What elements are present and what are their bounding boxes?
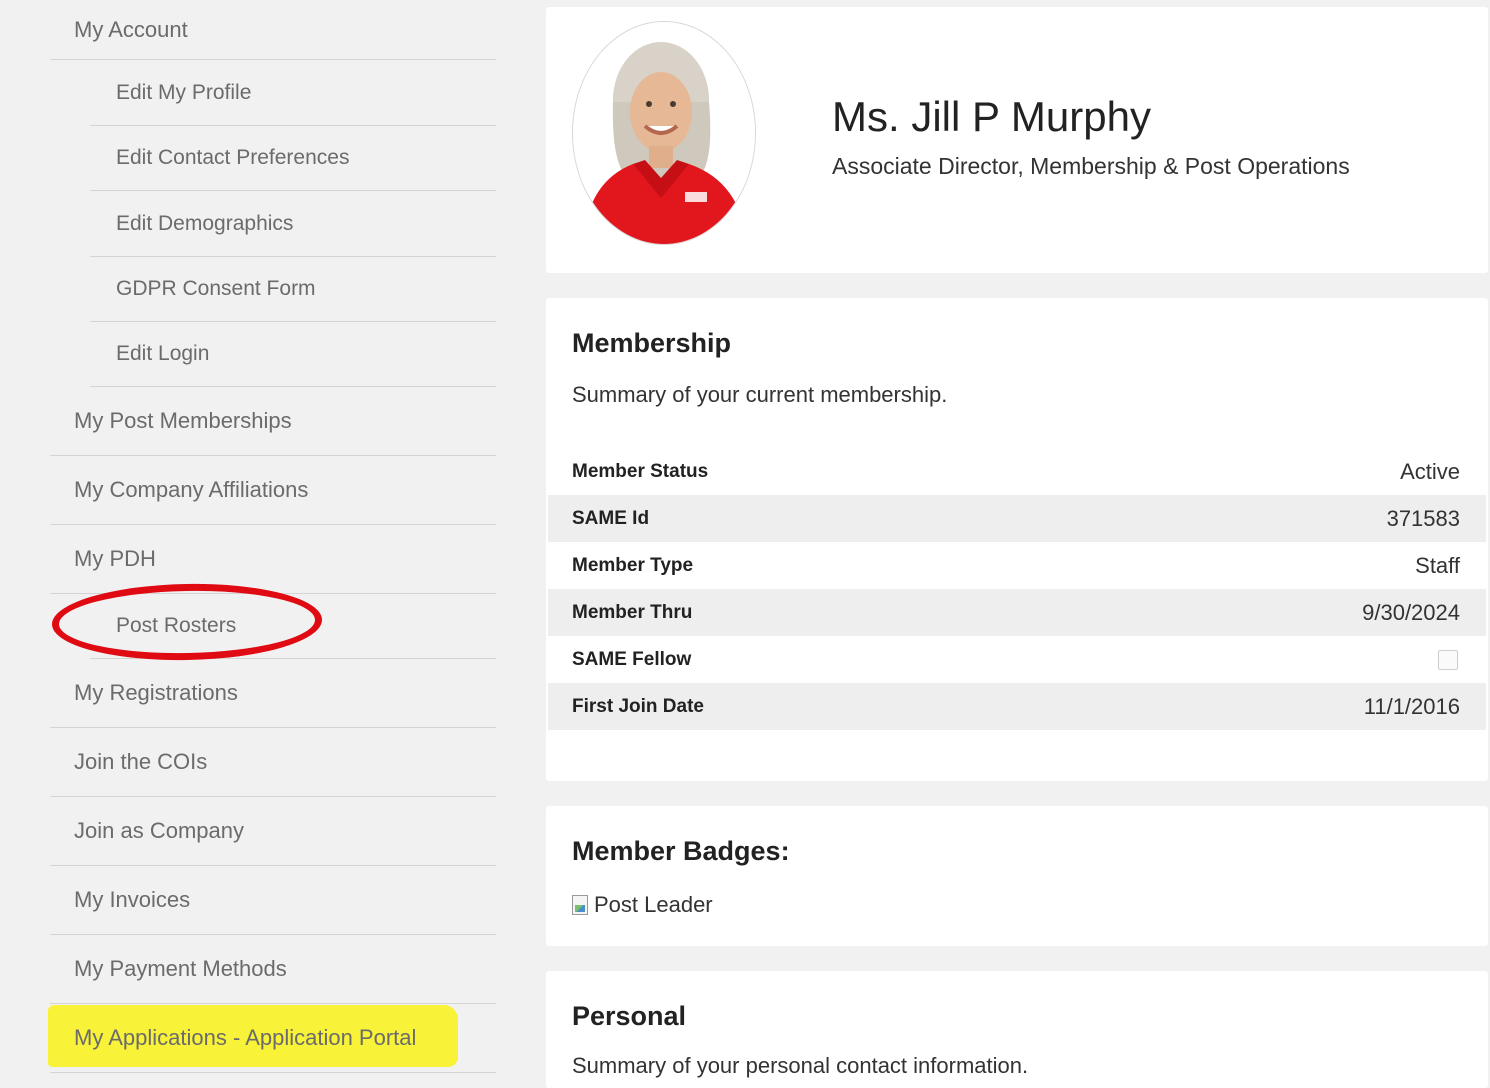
nav-edit-demographics[interactable]: Edit Demographics — [90, 191, 496, 257]
membership-title: Membership — [572, 328, 732, 358]
nav-my-invoices[interactable]: My Invoices — [50, 866, 496, 935]
nav-label: Join as Company — [74, 818, 244, 843]
badge-alt-text: Post Leader — [594, 892, 713, 917]
nav-my-registrations[interactable]: My Registrations — [50, 659, 496, 728]
nav-join-as-company[interactable]: Join as Company — [50, 797, 496, 866]
nav-label: Join the COIs — [74, 749, 208, 774]
avatar — [572, 21, 756, 245]
personal-description: Summary of your personal contact informa… — [572, 1053, 1029, 1078]
nav-label: My Invoices — [74, 887, 191, 912]
nav-label: My PDH — [74, 546, 156, 571]
nav-label: My Payment Methods — [74, 956, 287, 981]
nav-my-company-affiliations[interactable]: My Company Affiliations — [50, 456, 496, 525]
nav-label: My Registrations — [74, 680, 238, 705]
row-label: Member Thru — [572, 601, 693, 623]
nav-my-post-memberships[interactable]: My Post Memberships — [50, 387, 496, 456]
member-thru-row: Member Thru 9/30/2024 — [548, 589, 1486, 636]
profile-role: Associate Director, Membership & Post Op… — [832, 153, 1350, 179]
profile-card: Ms. Jill P Murphy Associate Director, Me… — [546, 7, 1488, 273]
badges-title: Member Badges: — [572, 836, 790, 866]
profile-name: Ms. Jill P Murphy — [832, 93, 1151, 140]
nav-label: My Post Memberships — [74, 408, 292, 433]
nav-label: My Applications - Application Portal — [74, 1025, 417, 1050]
member-status-row: Member Status Active — [548, 448, 1486, 495]
badge-post-leader: Post Leader — [572, 892, 713, 918]
row-label: SAME Id — [572, 507, 650, 529]
nav-gdpr-consent-form[interactable]: GDPR Consent Form — [90, 257, 496, 322]
badges-card: Member Badges: Post Leader — [546, 806, 1488, 946]
nav-label: My Company Affiliations — [74, 477, 309, 502]
nav-post-rosters[interactable]: Post Rosters — [90, 594, 496, 659]
first-join-date-row: First Join Date 11/1/2016 — [548, 683, 1486, 730]
personal-card: Personal Summary of your personal contac… — [546, 971, 1488, 1088]
broken-image-icon — [572, 895, 588, 915]
sidebar-nav: My Account Edit My Profile Edit Contact … — [10, 0, 543, 1088]
nav-label: Edit Demographics — [116, 211, 294, 235]
row-value: 371583 — [1386, 505, 1460, 531]
row-value: Active — [1400, 458, 1460, 484]
nav-label: Edit Login — [116, 342, 210, 365]
nav-my-payment-methods[interactable]: My Payment Methods — [50, 935, 496, 1004]
nav-edit-login[interactable]: Edit Login — [90, 322, 496, 387]
membership-description: Summary of your current membership. — [572, 382, 948, 407]
row-label: SAME Fellow — [572, 648, 692, 670]
row-value: 11/1/2016 — [1363, 693, 1460, 719]
nav-my-pdh[interactable]: My PDH — [50, 525, 496, 594]
nav-join-the-cois[interactable]: Join the COIs — [50, 728, 496, 797]
nav-my-account[interactable]: My Account — [50, 0, 496, 60]
nav-edit-my-profile[interactable]: Edit My Profile — [90, 60, 496, 126]
avatar-photo — [573, 22, 755, 244]
row-label: Member Status — [572, 460, 709, 482]
nav-label: GDPR Consent Form — [116, 277, 316, 300]
member-type-row: Member Type Staff — [548, 542, 1486, 589]
nav-label: Edit Contact Preferences — [116, 146, 350, 169]
same-id-row: SAME Id 371583 — [548, 495, 1486, 542]
row-label: First Join Date — [572, 695, 704, 717]
nav-label: My Account — [74, 16, 188, 42]
same-fellow-checkbox[interactable] — [1438, 649, 1458, 670]
personal-title: Personal — [572, 1001, 687, 1031]
row-value: Staff — [1415, 552, 1460, 578]
row-label: Member Type — [572, 554, 694, 576]
nav-label: Post Rosters — [116, 614, 237, 637]
membership-card: Membership Summary of your current membe… — [546, 298, 1488, 781]
nav-my-applications[interactable]: My Applications - Application Portal — [50, 1004, 496, 1073]
nav-label: Edit My Profile — [116, 80, 252, 104]
same-fellow-row: SAME Fellow — [548, 636, 1486, 683]
row-value: 9/30/2024 — [1362, 599, 1460, 625]
nav-edit-contact-preferences[interactable]: Edit Contact Preferences — [90, 126, 496, 191]
